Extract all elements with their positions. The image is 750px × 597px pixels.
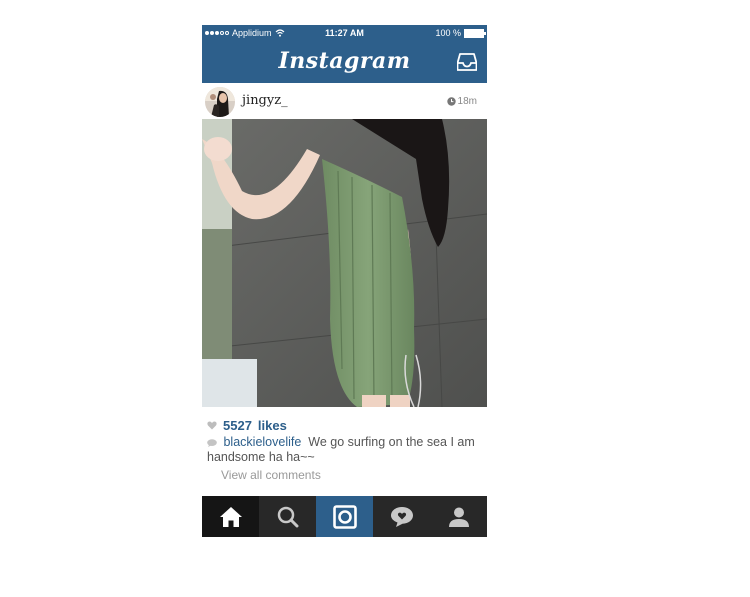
search-icon bbox=[277, 506, 298, 527]
post-time-text: 18m bbox=[457, 96, 477, 107]
battery-percent: 100 % bbox=[435, 28, 461, 38]
battery-fill bbox=[465, 29, 483, 37]
app-logo: Instagram bbox=[278, 48, 411, 74]
post-username[interactable]: jingyz_ bbox=[242, 93, 288, 108]
post-caption: blackielovelife We go surfing on the sea… bbox=[207, 435, 485, 465]
tab-bar bbox=[202, 496, 487, 537]
caption-username[interactable]: blackielovelife bbox=[223, 435, 301, 449]
home-icon bbox=[219, 506, 242, 527]
tab-search[interactable] bbox=[259, 496, 316, 537]
tab-camera[interactable] bbox=[316, 496, 373, 537]
comment-bubble-icon bbox=[207, 438, 217, 447]
camera-icon bbox=[332, 504, 357, 529]
app-header: Applidium 11:27 AM 100 % Instagram bbox=[202, 25, 487, 83]
phone-screen: Applidium 11:27 AM 100 % Instagram jingy… bbox=[202, 25, 487, 537]
likes-label: likes bbox=[257, 418, 287, 433]
likes-row[interactable]: 5527 likes bbox=[207, 418, 287, 433]
clock-icon bbox=[446, 97, 456, 106]
tab-profile[interactable] bbox=[430, 496, 487, 537]
view-all-comments-link[interactable]: View all comments bbox=[221, 468, 321, 482]
battery-icon bbox=[464, 28, 486, 38]
tab-activity[interactable] bbox=[373, 496, 430, 537]
avatar[interactable] bbox=[205, 87, 235, 117]
heart-icon bbox=[207, 421, 217, 430]
likes-count: 5527 bbox=[223, 418, 252, 433]
status-bar: Applidium 11:27 AM 100 % bbox=[202, 25, 487, 41]
tab-home[interactable] bbox=[202, 496, 259, 537]
inbox-tray-icon[interactable] bbox=[457, 53, 477, 71]
profile-icon bbox=[448, 507, 469, 527]
activity-heart-icon bbox=[390, 506, 413, 527]
post-time: 18m bbox=[446, 96, 477, 107]
post-header: jingyz_ 18m bbox=[202, 83, 487, 119]
status-right: 100 % bbox=[435, 25, 486, 41]
post-photo[interactable] bbox=[202, 119, 487, 407]
